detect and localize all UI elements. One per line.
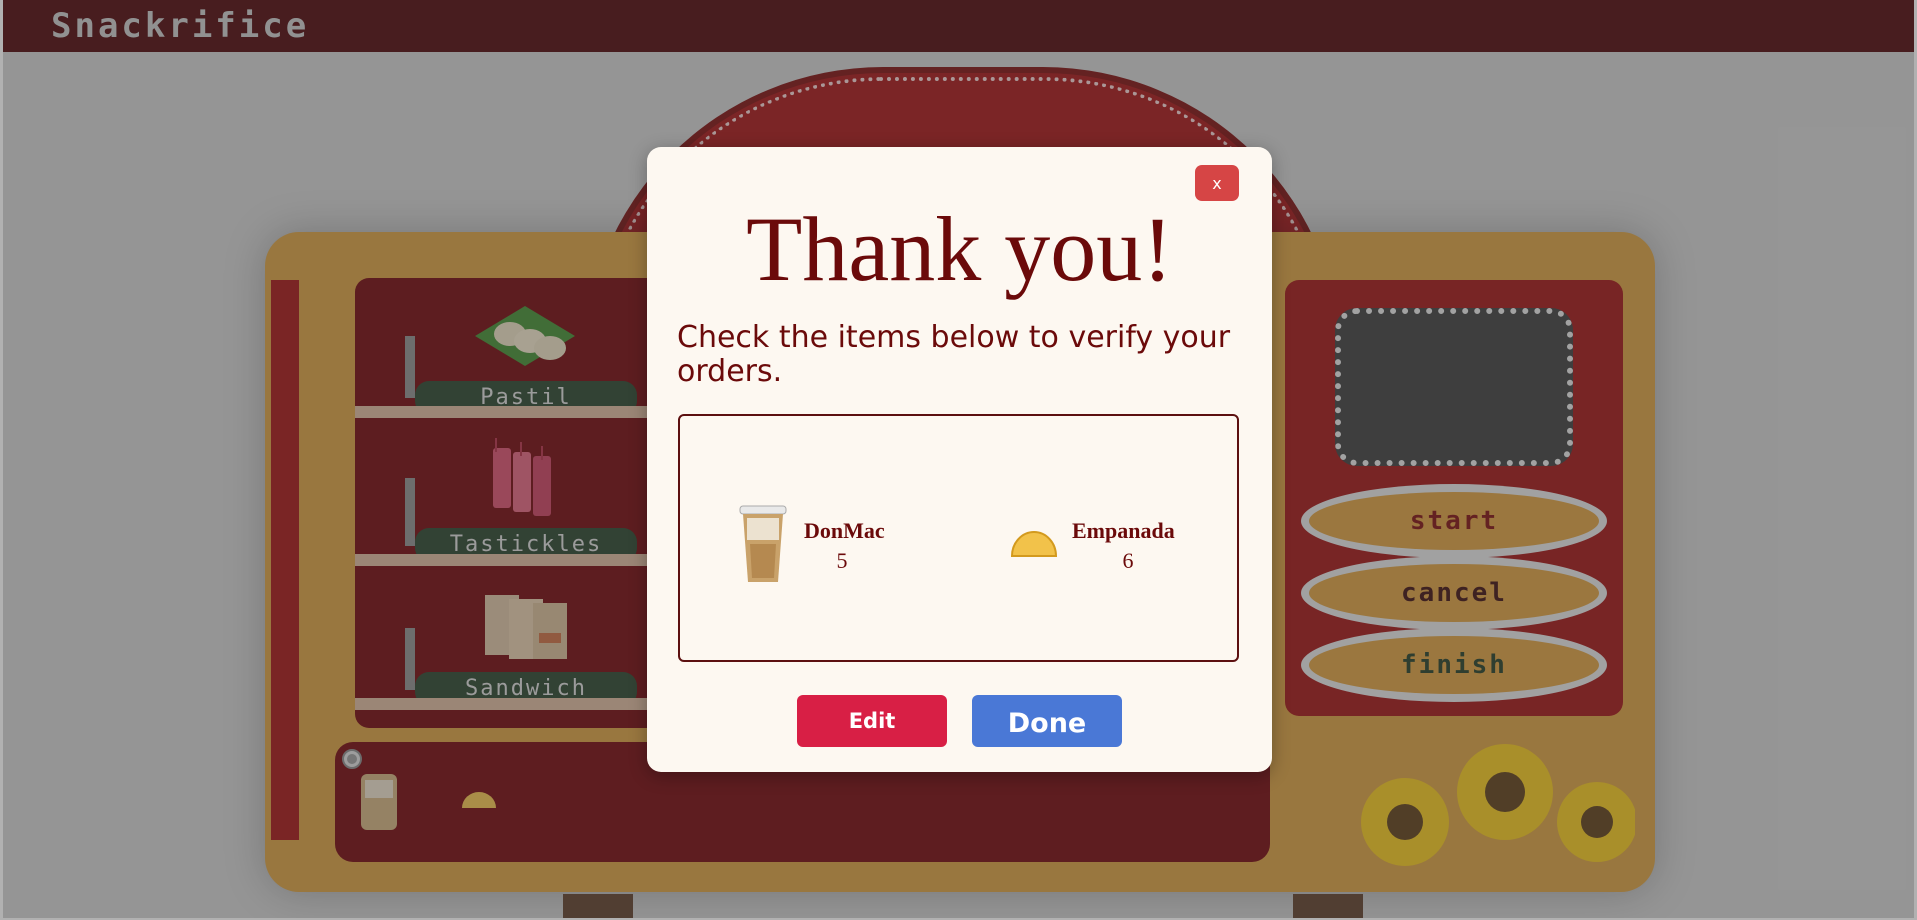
edit-button[interactable]: Edit	[797, 695, 947, 747]
empanada-icon	[1010, 531, 1058, 557]
order-item-qty: 5	[836, 548, 848, 573]
order-confirmation-dialog: x Thank you! Check the items below to ve…	[647, 147, 1272, 772]
order-item-donmac: DonMac 5	[738, 504, 918, 584]
order-item-name: DonMac	[804, 518, 885, 543]
dialog-title: Thank you!	[746, 198, 1173, 300]
dialog-subtitle: Check the items below to verify your ord…	[677, 320, 1231, 389]
close-button[interactable]: x	[1195, 165, 1239, 201]
order-item-qty: 6	[1122, 548, 1134, 573]
order-item-empanada: Empanada 6	[1010, 504, 1210, 584]
done-button[interactable]: Done	[972, 695, 1122, 747]
order-list: DonMac 5 Empanada 6	[678, 414, 1239, 662]
order-item-name: Empanada	[1072, 518, 1175, 543]
iced-coffee-icon	[739, 505, 787, 582]
